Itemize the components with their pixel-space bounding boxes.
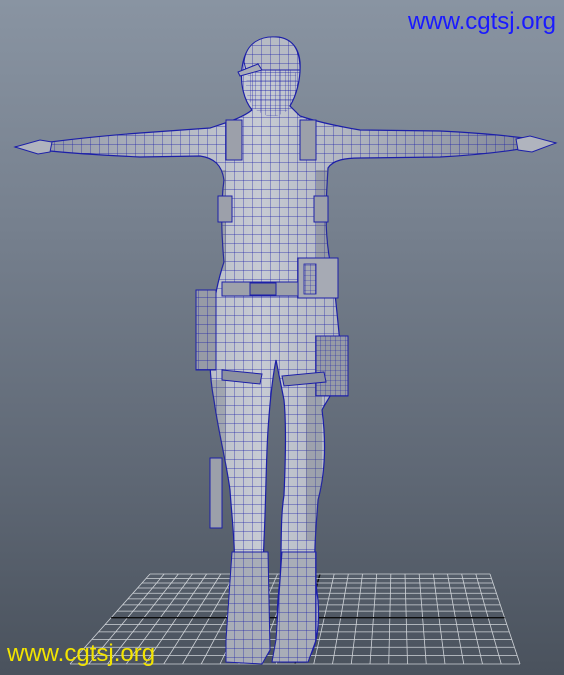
grid-line: [332, 573, 349, 665]
grid-line: [388, 573, 392, 665]
grid-line: [350, 573, 363, 665]
maya-viewport[interactable]: www.cgtsj.org www.cgtsj.org: [0, 0, 564, 675]
watermark-top: www.cgtsj.org: [407, 8, 556, 35]
grid-line: [418, 573, 427, 665]
watermark-bottom: www.cgtsj.org: [7, 640, 156, 667]
grid-line: [369, 573, 378, 665]
scene-canvas[interactable]: [0, 0, 564, 675]
grid-line: [163, 573, 222, 665]
grid-line: [432, 573, 446, 665]
grid-line: [489, 573, 521, 665]
grid-line: [447, 573, 465, 665]
grid-line: [404, 573, 408, 665]
